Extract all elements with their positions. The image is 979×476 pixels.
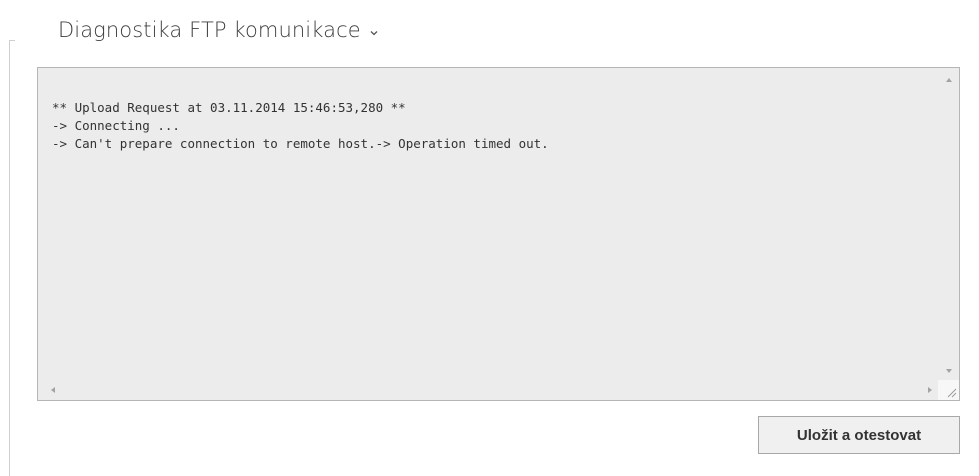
ftp-log-textarea[interactable]: ** Upload Request at 03.11.2014 15:46:53… (37, 67, 960, 401)
save-and-test-button[interactable]: Uložit a otestovat (758, 416, 960, 454)
resize-grip-icon[interactable] (945, 386, 957, 398)
log-line: -> Can't prepare connection to remote ho… (52, 136, 549, 151)
vertical-scrollbar[interactable] (938, 68, 959, 380)
log-content: ** Upload Request at 03.11.2014 15:46:53… (52, 99, 932, 153)
scrollbar-corner (938, 380, 959, 400)
scroll-left-arrow-icon[interactable] (51, 387, 55, 393)
section-header-toggle[interactable]: Diagnostika FTP komunikace (58, 12, 379, 48)
scroll-right-arrow-icon[interactable] (928, 387, 932, 393)
log-line: -> Connecting ... (52, 118, 180, 133)
scroll-down-arrow-icon[interactable] (946, 369, 952, 373)
chevron-down-icon (370, 30, 378, 35)
horizontal-scrollbar[interactable] (38, 380, 938, 400)
section-bracket-line (9, 40, 10, 476)
log-line: ** Upload Request at 03.11.2014 15:46:53… (52, 100, 406, 115)
section-title: Diagnostika FTP komunikace (58, 18, 361, 42)
ftp-diagnostics-section: Diagnostika FTP komunikace ** Upload Req… (0, 0, 979, 476)
section-bracket-tick (9, 40, 15, 41)
scroll-up-arrow-icon[interactable] (946, 78, 952, 82)
